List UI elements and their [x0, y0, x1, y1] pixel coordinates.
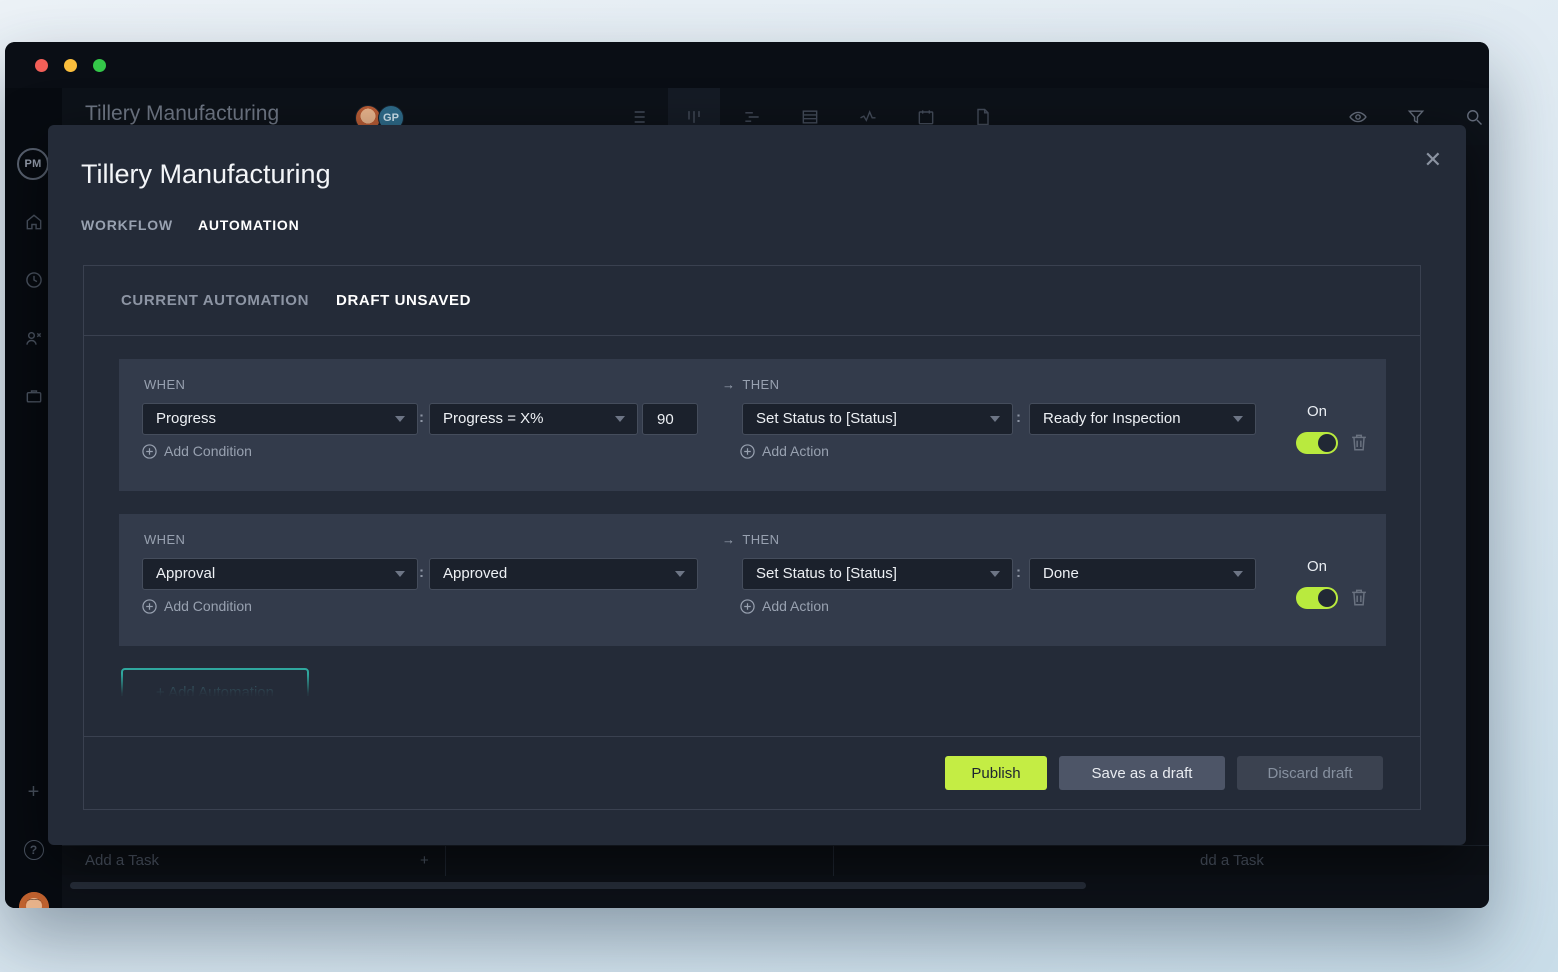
sheet-view-icon[interactable]	[800, 107, 820, 127]
user-avatar[interactable]	[5, 889, 62, 908]
panel-tabs: CURRENT AUTOMATION DRAFT UNSAVED	[84, 266, 1420, 336]
close-window-button[interactable]	[35, 59, 48, 72]
tab-workflow[interactable]: WORKFLOW	[81, 217, 173, 233]
separator-colon: :	[419, 409, 424, 426]
minimize-window-button[interactable]	[64, 59, 77, 72]
add-task-button[interactable]: Add a Task	[85, 852, 159, 869]
chevron-down-icon	[615, 416, 625, 422]
publish-button[interactable]: Publish	[945, 756, 1047, 790]
save-draft-button[interactable]: Save as a draft	[1059, 756, 1225, 790]
files-view-icon[interactable]	[973, 107, 993, 127]
app-window: PM + ?	[5, 42, 1489, 908]
activity-view-icon[interactable]	[858, 107, 878, 127]
tab-current-automation[interactable]: CURRENT AUTOMATION	[121, 292, 309, 309]
plus-circle-icon	[740, 599, 755, 614]
separator-colon: :	[1016, 564, 1021, 581]
add-condition-button[interactable]: Add Condition	[142, 598, 252, 614]
chevron-down-icon	[1233, 571, 1243, 577]
add-task-plus-icon[interactable]: +	[420, 852, 429, 869]
automation-rule-card: WHEN Progress : Progress = X% Add Condit…	[119, 359, 1386, 491]
modal-footer: Publish Save as a draft Discard draft	[84, 736, 1420, 809]
when-label: WHEN	[144, 377, 185, 392]
condition-operator-dropdown[interactable]: Approved	[429, 558, 698, 590]
automation-modal: ✕ Tillery Manufacturing WORKFLOW AUTOMAT…	[48, 125, 1466, 845]
chevron-down-icon	[1233, 416, 1243, 422]
rule-enabled-toggle[interactable]	[1296, 587, 1338, 609]
discard-draft-button[interactable]: Discard draft	[1237, 756, 1383, 790]
action-value-dropdown[interactable]: Done	[1029, 558, 1256, 590]
add-automation-wrap: + Add Automation	[121, 668, 311, 696]
separator-colon: :	[1016, 409, 1021, 426]
arrow-right-icon: →	[722, 532, 735, 547]
horizontal-scrollbar[interactable]	[70, 882, 1086, 889]
app-logo[interactable]: PM	[17, 148, 49, 180]
add-action-button[interactable]: Add Action	[740, 443, 829, 459]
desktop: PM + ?	[0, 0, 1558, 972]
condition-value-input[interactable]	[642, 403, 698, 435]
arrow-right-icon: →	[722, 377, 735, 392]
chevron-down-icon	[675, 571, 685, 577]
list-view-icon[interactable]	[628, 107, 648, 127]
tab-draft-unsaved[interactable]: DRAFT UNSAVED	[336, 292, 471, 309]
modal-tabs: WORKFLOW AUTOMATION	[81, 217, 300, 233]
column-divider	[833, 846, 834, 876]
action-type-dropdown[interactable]: Set Status to [Status]	[742, 558, 1013, 590]
automation-rule-card: WHEN Approval : Approved Add Condition	[119, 514, 1386, 646]
chevron-down-icon	[990, 416, 1000, 422]
automation-panel: CURRENT AUTOMATION DRAFT UNSAVED WHEN Pr…	[83, 265, 1421, 810]
board-view-icon[interactable]	[684, 107, 704, 127]
chevron-down-icon	[395, 571, 405, 577]
separator-colon: :	[419, 564, 424, 581]
plus-circle-icon	[740, 444, 755, 459]
filter-icon[interactable]	[1406, 107, 1426, 127]
search-icon[interactable]	[1464, 107, 1484, 127]
then-label: → THEN	[722, 532, 779, 547]
condition-field-dropdown[interactable]: Approval	[142, 558, 418, 590]
condition-operator-dropdown[interactable]: Progress = X%	[429, 403, 638, 435]
gantt-view-icon[interactable]	[742, 107, 762, 127]
chevron-down-icon	[395, 416, 405, 422]
add-condition-button[interactable]: Add Condition	[142, 443, 252, 459]
modal-title: Tillery Manufacturing	[81, 159, 331, 190]
zoom-window-button[interactable]	[93, 59, 106, 72]
delete-rule-trash-icon[interactable]	[1348, 586, 1370, 608]
toggle-state-label: On	[1296, 403, 1338, 420]
close-icon[interactable]: ✕	[1424, 149, 1442, 171]
window-titlebar	[5, 42, 1489, 88]
project-title: Tillery Manufacturing	[85, 102, 279, 126]
column-divider	[445, 846, 446, 876]
calendar-view-icon[interactable]	[916, 107, 936, 127]
condition-field-dropdown[interactable]: Progress	[142, 403, 418, 435]
toggle-state-label: On	[1296, 558, 1338, 575]
rule-enabled-toggle[interactable]	[1296, 432, 1338, 454]
tab-automation[interactable]: AUTOMATION	[198, 217, 300, 233]
delete-rule-trash-icon[interactable]	[1348, 431, 1370, 453]
then-label: → THEN	[722, 377, 779, 392]
add-task-button-right[interactable]: dd a Task	[1200, 852, 1264, 869]
plus-circle-icon	[142, 599, 157, 614]
board-add-task-row: Add a Task + dd a Task	[62, 845, 1489, 875]
add-automation-button[interactable]: + Add Automation	[121, 668, 309, 696]
chevron-down-icon	[990, 571, 1000, 577]
visibility-eye-icon[interactable]	[1348, 107, 1368, 127]
action-value-dropdown[interactable]: Ready for Inspection	[1029, 403, 1256, 435]
action-type-dropdown[interactable]: Set Status to [Status]	[742, 403, 1013, 435]
when-label: WHEN	[144, 532, 185, 547]
add-action-button[interactable]: Add Action	[740, 598, 829, 614]
plus-circle-icon	[142, 444, 157, 459]
